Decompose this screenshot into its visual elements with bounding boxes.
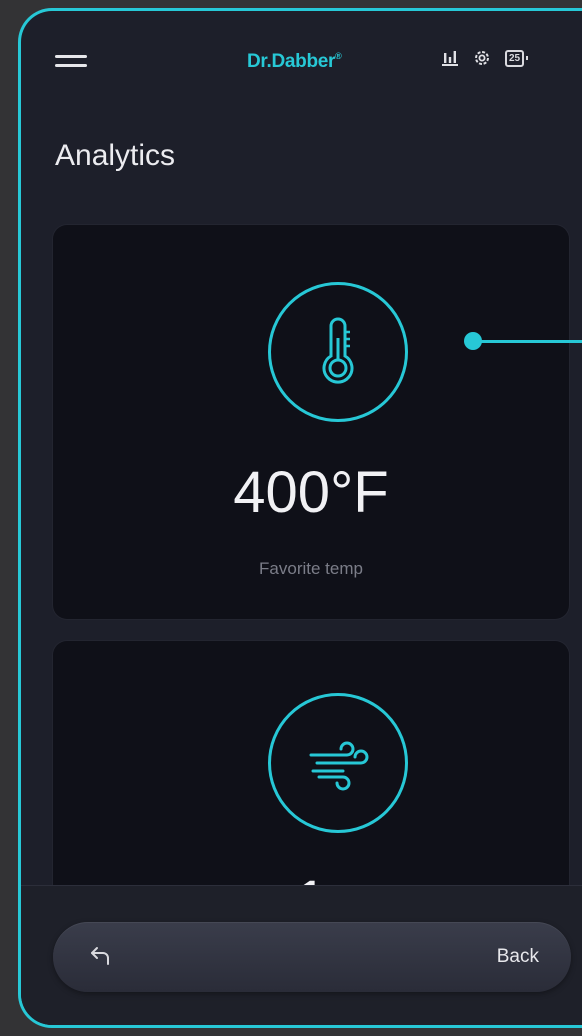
footer: Back [21,885,582,1025]
battery-icon: 25 [505,49,529,67]
phone-screen: Dr.Dabber® 25 Analytics 400°F Favorite t… [18,8,582,1028]
back-arrow-icon [89,945,111,972]
back-button[interactable]: Back [53,922,571,992]
stat-card-favorite-temp: 400°F Favorite temp [53,225,569,619]
brand-logo: Dr.Dabber® [247,51,342,72]
gear-icon[interactable] [473,49,491,67]
back-button-label: Back [496,946,539,967]
battery-level: 25 [505,49,525,67]
menu-icon[interactable] [55,55,87,69]
callout-line [473,340,582,343]
bar-chart-icon[interactable] [441,49,459,67]
page-title: Analytics [55,139,176,172]
favorite-temp-label: Favorite temp [259,559,363,578]
favorite-temp-value: 400°F [233,460,389,525]
header-actions: 25 [441,49,529,67]
callout-dot [464,332,482,350]
app-header: Dr.Dabber® 25 [21,11,582,111]
wind-icon [268,693,408,833]
thermometer-icon [268,282,408,422]
